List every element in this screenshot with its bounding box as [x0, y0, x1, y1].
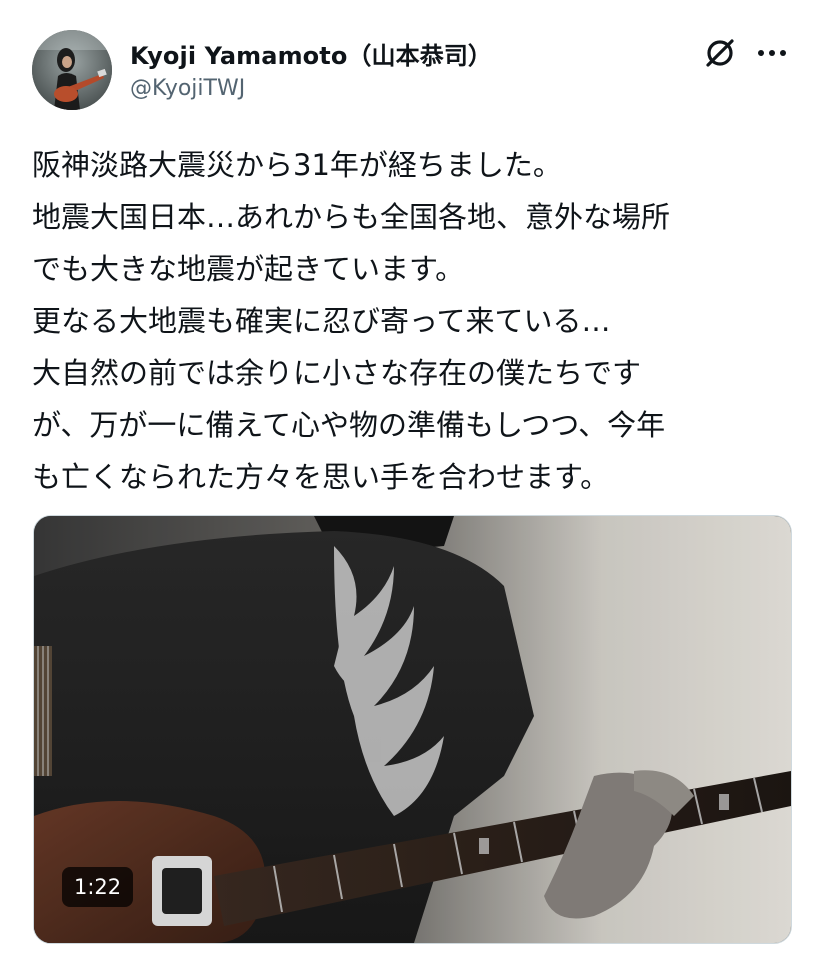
- author-display-name[interactable]: Kyoji Yamamoto（山本恭司）: [130, 36, 492, 71]
- video-duration-badge: 1:22: [62, 867, 134, 907]
- tweet-text-line: 大自然の前では余りに小さな存在の僕たちです: [32, 356, 642, 390]
- avatar[interactable]: [32, 30, 112, 110]
- more-icon[interactable]: [752, 33, 792, 73]
- more-icon-glyph: [758, 50, 786, 56]
- tweet-text: 阪神淡路大震災から31年が経ちました。 地震大国日本…あれからも全国各地、意外な…: [32, 139, 802, 503]
- tweet-text-line: も亡くなられた方々を思い手を合わせます。: [32, 460, 610, 494]
- avatar-image: [32, 30, 112, 110]
- tweet-text-line: でも大きな地震が起きています。: [32, 252, 465, 286]
- tweet-text-line: 阪神淡路大震災から31年が経ちました。: [32, 148, 562, 182]
- video-thumbnail: [34, 516, 791, 943]
- author-handle[interactable]: @KyojiTWJ: [130, 76, 245, 101]
- tweet-text-line: 更なる大地震も確実に忍び寄って来ている…: [32, 304, 611, 338]
- tweet-text-line: が、万が一に備えて心や物の準備もしつつ、今年: [32, 408, 666, 442]
- tweet-text-line: 地震大国日本…あれからも全国各地、意外な場所: [32, 200, 671, 234]
- video-player[interactable]: 1:22: [33, 515, 792, 944]
- tweet-header: Kyoji Yamamoto（山本恭司） @KyojiTWJ: [32, 30, 792, 112]
- grok-icon-glyph: [706, 39, 734, 67]
- grok-icon[interactable]: [700, 33, 740, 73]
